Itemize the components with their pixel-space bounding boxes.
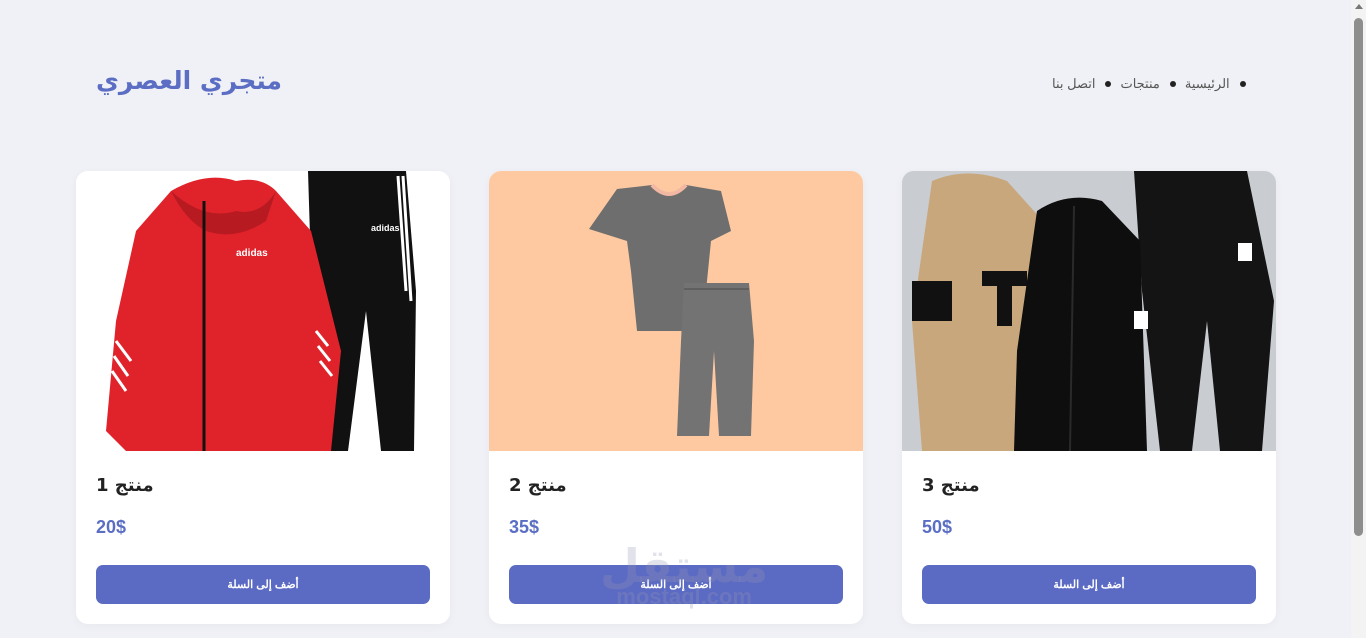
nav-item-home[interactable]: الرئيسية [1185, 76, 1255, 92]
add-to-cart-button[interactable]: أضف إلى السلة [922, 565, 1256, 604]
add-to-cart-button[interactable]: أضف إلى السلة [96, 565, 430, 604]
vertical-scrollbar[interactable] [1351, 0, 1366, 638]
product-card: منتج 2 35$ أضف إلى السلة [489, 171, 863, 624]
product-price: 20$ [96, 517, 127, 537]
product-name: منتج 2 [509, 475, 567, 496]
bullet-icon [1105, 81, 1112, 87]
site-logo[interactable]: متجري العصري [96, 66, 282, 95]
product-image-beige-black-tracksuit[interactable] [902, 171, 1276, 451]
product-name: منتج 3 [922, 475, 980, 496]
product-image-red-tracksuit[interactable]: adidas adidas [76, 171, 450, 451]
product-card: منتج 3 50$ أضف إلى السلة [902, 171, 1276, 624]
scrollbar-thumb[interactable] [1354, 18, 1363, 536]
product-price: 50$ [922, 517, 953, 537]
nav-item-contact[interactable]: اتصل بنا [1052, 76, 1120, 92]
product-image-grey-pajama-set[interactable] [489, 171, 863, 451]
svg-text:adidas: adidas [236, 248, 268, 259]
nav-link-contact[interactable]: اتصل بنا [1052, 76, 1095, 92]
svg-text:adidas: adidas [371, 223, 400, 233]
product-price: 35$ [509, 517, 540, 537]
nav-link-home[interactable]: الرئيسية [1185, 76, 1230, 92]
scroll-up-icon[interactable] [1355, 4, 1363, 9]
add-to-cart-button[interactable]: أضف إلى السلة [509, 565, 843, 604]
product-name: منتج 1 [96, 475, 154, 496]
nav-item-products[interactable]: منتجات [1120, 76, 1184, 92]
main-nav: الرئيسية منتجات اتصل بنا [1052, 76, 1255, 92]
nav-link-products[interactable]: منتجات [1120, 76, 1159, 92]
bullet-icon [1239, 81, 1246, 87]
bullet-icon [1169, 81, 1176, 87]
product-card: adidas adidas منتج 1 20$ أضف إلى السلة [76, 171, 450, 624]
